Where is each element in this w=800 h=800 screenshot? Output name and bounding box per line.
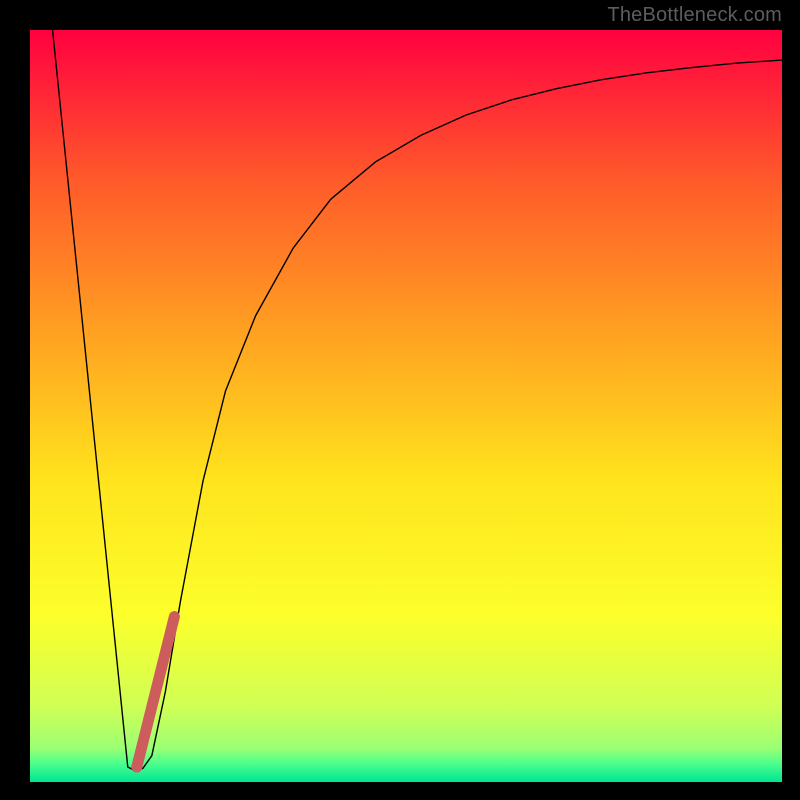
watermark-text: TheBottleneck.com xyxy=(607,4,782,27)
chart-frame: TheBottleneck.com xyxy=(0,0,800,800)
chart-svg xyxy=(30,30,782,782)
highlight-endpoint xyxy=(131,761,142,772)
chart-plot-area xyxy=(30,30,782,782)
gradient-background xyxy=(30,30,782,782)
